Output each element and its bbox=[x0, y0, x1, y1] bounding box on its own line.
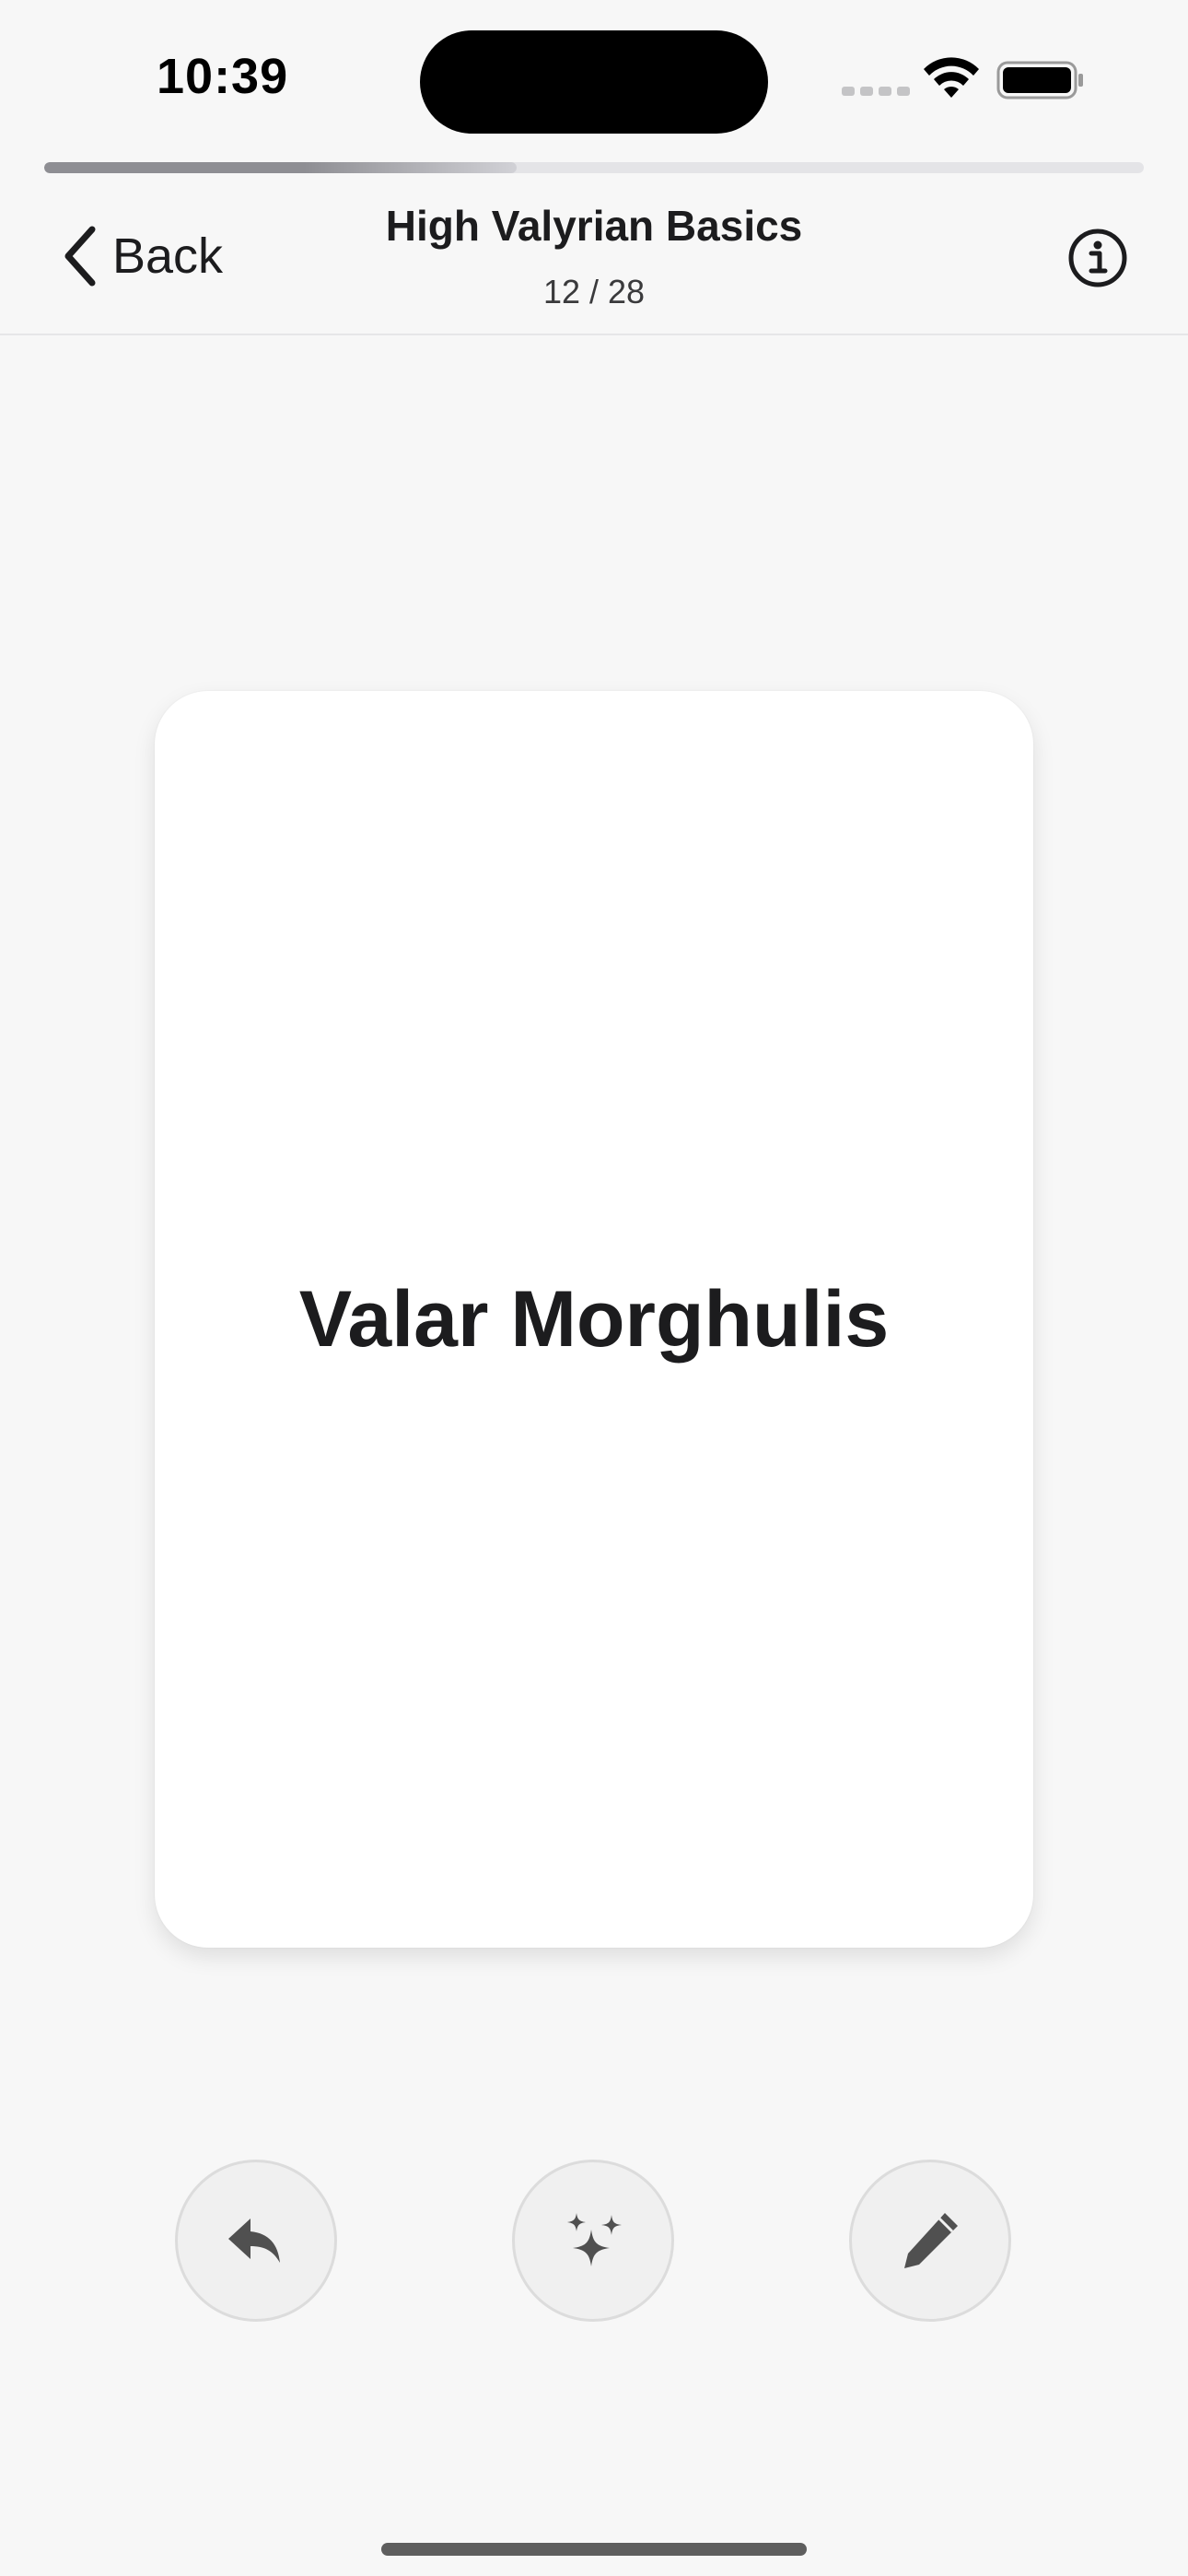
undo-button[interactable] bbox=[175, 2160, 337, 2322]
sparkle-button[interactable] bbox=[512, 2160, 674, 2322]
study-progress-bar bbox=[44, 162, 1144, 173]
cellular-signal-icon bbox=[842, 87, 910, 96]
battery-icon bbox=[996, 61, 1083, 100]
card-counter: 12 / 28 bbox=[542, 273, 646, 310]
flashcard-text: Valar Morghulis bbox=[298, 1274, 890, 1364]
deck-title: High Valyrian Basics bbox=[385, 202, 803, 250]
edit-button[interactable] bbox=[849, 2160, 1011, 2322]
pencil-icon bbox=[904, 2213, 958, 2268]
flashcard[interactable]: Valar Morghulis bbox=[155, 691, 1033, 1948]
undo-arrow-icon bbox=[228, 2219, 280, 2263]
progress-fill bbox=[44, 162, 518, 173]
home-indicator[interactable] bbox=[381, 2543, 807, 2556]
sparkles-icon bbox=[567, 2213, 622, 2266]
navigation-bar: Back High Valyrian Basics 12 / 28 bbox=[0, 182, 1188, 335]
info-icon[interactable] bbox=[1066, 227, 1129, 289]
dynamic-island bbox=[420, 30, 768, 134]
status-time: 10:39 bbox=[157, 49, 289, 104]
status-bar: 10:39 bbox=[0, 0, 1188, 157]
wifi-icon bbox=[924, 57, 979, 98]
